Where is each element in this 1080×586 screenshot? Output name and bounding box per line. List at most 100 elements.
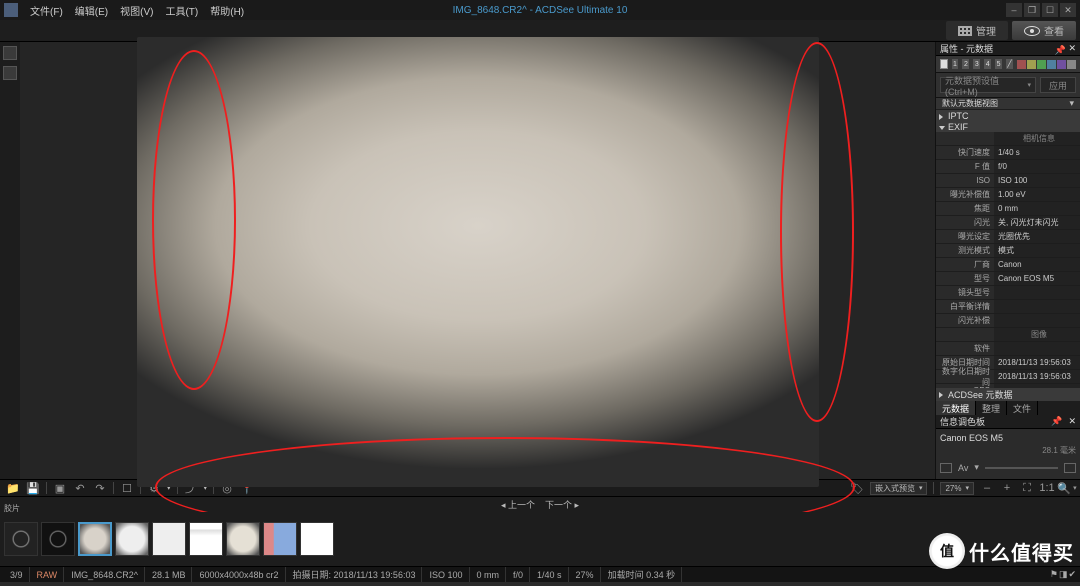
histogram-icon[interactable] [1064, 463, 1076, 473]
rating-1[interactable]: 1 [952, 59, 959, 69]
thumb-2[interactable] [41, 522, 75, 556]
menu-view[interactable]: 视图(V) [114, 1, 159, 20]
thumb-6[interactable] [189, 522, 223, 556]
meta-value[interactable]: ISO 100 [994, 174, 1080, 187]
rating-row: 1 2 3 4 5 ╱ [936, 56, 1080, 73]
rating-2[interactable]: 2 [962, 59, 969, 69]
exposure-slider[interactable] [985, 467, 1058, 469]
meta-value[interactable]: f/0 [994, 160, 1080, 173]
tab-file[interactable]: 文件 [1007, 401, 1038, 415]
rating-clear[interactable]: ╱ [1006, 59, 1013, 69]
meta-value[interactable] [994, 342, 1080, 355]
tab-organize[interactable]: 整理 [976, 401, 1007, 415]
thumb-1[interactable] [4, 522, 38, 556]
tool-icon-1[interactable] [3, 46, 17, 60]
metadata-view-dropdown[interactable]: 默认元数据视图 ▾ [936, 98, 1080, 110]
meta-value[interactable]: 光圈优先 [994, 230, 1080, 243]
color-none[interactable] [1067, 60, 1076, 69]
status-iso: ISO 100 [423, 567, 469, 582]
panel-close-icon[interactable]: ✕ [1068, 43, 1076, 54]
folder-icon[interactable]: 📁 [6, 481, 20, 495]
left-toolbar [0, 42, 20, 479]
meta-value[interactable]: 1/40 s [994, 146, 1080, 159]
select-icon[interactable]: ☐ [120, 481, 134, 495]
meta-row: 白平衡详情 [936, 300, 1080, 314]
embed-preview-dropdown[interactable]: 嵌入式预览 [870, 482, 928, 495]
tab-metadata[interactable]: 元数据 [936, 401, 976, 415]
info-palette: Canon EOS M5 28.1 毫米 Av ▾ [936, 429, 1080, 479]
meta-value[interactable]: 2018/11/13 19:56:03 [994, 370, 1080, 383]
chevron-down-icon: ▾ [1069, 98, 1080, 109]
rating-5[interactable]: 5 [995, 59, 1002, 69]
menu-tools[interactable]: 工具(T) [159, 1, 204, 20]
zoom-mode-icon[interactable]: 🔍 [1060, 481, 1074, 495]
rotate-right-icon[interactable]: ↷ [93, 481, 107, 495]
disk-icon[interactable]: 💾 [26, 481, 40, 495]
crop-icon[interactable]: ▣ [53, 481, 67, 495]
thumb-9[interactable] [300, 522, 334, 556]
metadata-list: 相机信息 快门速度1/40 sF 值f/0ISOISO 100曝光补偿值1.00… [936, 132, 1080, 388]
metadata-preset-dropdown[interactable]: 元数据预设值 (Ctrl+M) [940, 77, 1036, 93]
meta-value[interactable]: Canon EOS M5 [994, 272, 1080, 285]
menu-edit[interactable]: 编辑(E) [69, 1, 114, 20]
meta-value[interactable]: Canon [994, 258, 1080, 271]
mode-view[interactable]: 查看 [1012, 21, 1076, 40]
thumb-8[interactable] [263, 522, 297, 556]
zoom-dropdown[interactable]: 27% [940, 482, 974, 495]
status-check-icon[interactable]: ✔ [1068, 569, 1076, 580]
thumb-7[interactable] [226, 522, 260, 556]
color-red[interactable] [1017, 60, 1026, 69]
close-button[interactable]: ✕ [1060, 3, 1076, 17]
panel-pin-icon[interactable]: 📌 [1054, 45, 1062, 53]
zoom-out-icon[interactable]: – [980, 481, 994, 495]
color-panel-pin-icon[interactable]: 📌 [1051, 416, 1062, 427]
properties-panel: 属性 - 元数据 📌 ✕ 1 2 3 4 5 ╱ 元数据预设值 (Ctrl+M) [935, 42, 1080, 479]
status-tag-icon[interactable]: ◨ [1059, 569, 1068, 580]
meta-row: 厂商Canon [936, 258, 1080, 272]
meta-label: 厂商 [936, 259, 994, 270]
meta-label: F 值 [936, 161, 994, 172]
mode-manage[interactable]: 管理 [946, 21, 1008, 40]
meta-value[interactable]: 0 mm [994, 202, 1080, 215]
view-label: 默认元数据视图 [936, 98, 1002, 109]
apply-button[interactable]: 应用 [1040, 77, 1076, 93]
thumb-3-selected[interactable] [78, 522, 112, 556]
rating-4[interactable]: 4 [984, 59, 991, 69]
section-iptc[interactable]: IPTC [936, 110, 1080, 121]
meta-value[interactable] [994, 286, 1080, 299]
fit-icon[interactable]: ⛶ [1020, 481, 1034, 495]
color-blue[interactable] [1047, 60, 1056, 69]
maximize-button[interactable]: ☐ [1042, 3, 1058, 17]
rotate-left-icon[interactable]: ↶ [73, 481, 87, 495]
meta-value[interactable]: 1.00 eV [994, 188, 1080, 201]
meta-row: 快门速度1/40 s [936, 146, 1080, 160]
rating-checkbox[interactable] [940, 59, 948, 69]
status-raw: RAW [31, 567, 65, 582]
meta-value[interactable]: 2018/11/13 19:56:03 [994, 356, 1080, 369]
tool-icon-2[interactable] [3, 66, 17, 80]
meta-value[interactable]: 模式 [994, 244, 1080, 257]
thumb-5[interactable] [152, 522, 186, 556]
section-acdsee[interactable]: ACDSee 元数据 [936, 388, 1080, 401]
meta-value[interactable] [994, 314, 1080, 327]
menu-help[interactable]: 帮助(H) [204, 1, 250, 20]
color-yellow[interactable] [1027, 60, 1036, 69]
menu-file[interactable]: 文件(F) [24, 1, 69, 20]
color-green[interactable] [1037, 60, 1046, 69]
rating-3[interactable]: 3 [973, 59, 980, 69]
minimize-button[interactable]: – [1006, 3, 1022, 17]
section-exif[interactable]: EXIF [936, 121, 1080, 132]
title-bar: 文件(F) 编辑(E) 视图(V) 工具(T) 帮助(H) IMG_8648.C… [0, 0, 1080, 20]
image-viewer[interactable] [20, 42, 935, 479]
status-flag-icon[interactable]: ⚑ [1050, 569, 1058, 580]
thumb-4[interactable] [115, 522, 149, 556]
zoom-in-icon[interactable]: + [1000, 481, 1014, 495]
color-panel-close-icon[interactable]: ✕ [1068, 416, 1076, 427]
restore-button[interactable]: ❐ [1024, 3, 1040, 17]
actual-size-icon[interactable]: 1:1 [1040, 481, 1054, 495]
meta-value[interactable]: 关, 闪光灯未闪光 [994, 216, 1080, 229]
color-purple[interactable] [1057, 60, 1066, 69]
app-logo-icon [4, 3, 18, 17]
meta-label: 焦距 [936, 203, 994, 214]
meta-value[interactable] [994, 300, 1080, 313]
